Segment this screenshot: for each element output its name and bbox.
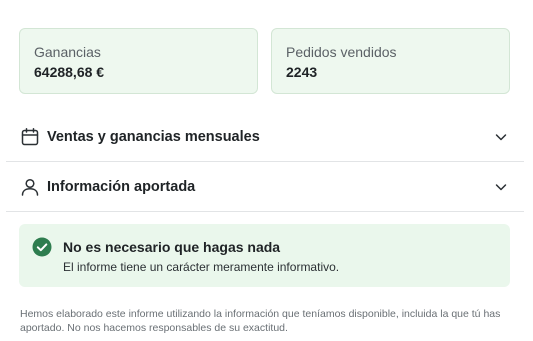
earnings-label: Ganancias — [34, 44, 101, 60]
user-icon — [20, 177, 40, 197]
chevron-down-icon — [494, 180, 508, 194]
notice-title: No es necesario que hagas nada — [63, 239, 281, 255]
monthly-sales-accordion[interactable]: Ventas y ganancias mensuales — [6, 113, 524, 162]
provided-info-accordion[interactable]: Información aportada — [6, 163, 524, 212]
report-page: Ganancias 64288,68 € Pedidos vendidos 22… — [0, 0, 533, 341]
orders-value: 2243 — [286, 64, 318, 80]
orders-label: Pedidos vendidos — [286, 44, 397, 60]
earnings-card: Ganancias 64288,68 € — [19, 28, 258, 94]
check-circle-icon — [32, 237, 52, 257]
chevron-down-icon — [494, 130, 508, 144]
notice-text: El informe tiene un carácter meramente i… — [63, 260, 340, 274]
calendar-icon — [20, 127, 40, 147]
earnings-value: 64288,68 € — [34, 64, 105, 80]
orders-card: Pedidos vendidos 2243 — [271, 28, 510, 94]
monthly-sales-title: Ventas y ganancias mensuales — [47, 129, 260, 145]
success-notice: No es necesario que hagas nada El inform… — [19, 224, 510, 287]
provided-info-title: Información aportada — [47, 179, 196, 195]
disclaimer-text: Hemos elaborado este informe utilizando … — [20, 308, 501, 334]
